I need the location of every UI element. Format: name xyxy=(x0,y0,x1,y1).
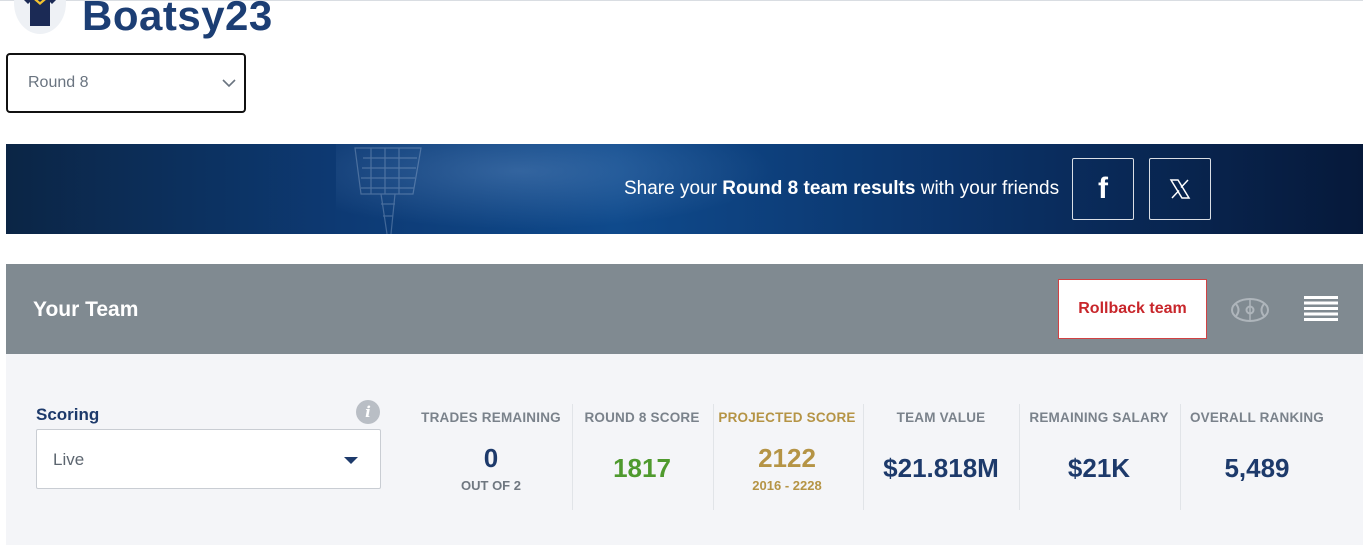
stat-projected-score: PROJECTED SCORE 2122 2016 - 2228 xyxy=(718,410,856,493)
stat-label: TRADES REMAINING xyxy=(421,410,561,425)
stat-divider xyxy=(863,404,864,510)
stat-label: TEAM VALUE xyxy=(896,410,986,425)
stat-divider xyxy=(1180,404,1181,510)
round-select-value: Round 8 xyxy=(28,74,89,91)
stat-value: $21.818M xyxy=(883,453,999,483)
share-text-bold: Round 8 team results xyxy=(722,178,916,199)
stat-label: ROUND 8 SCORE xyxy=(584,410,700,425)
rollback-team-button[interactable]: Rollback team xyxy=(1058,279,1207,339)
stat-round-score: ROUND 8 SCORE 1817 xyxy=(577,410,707,484)
share-text-suffix: with your friends xyxy=(915,178,1060,199)
x-share-button[interactable] xyxy=(1149,158,1211,220)
info-icon[interactable]: i xyxy=(356,400,380,424)
team-avatar xyxy=(14,0,66,34)
stat-divider xyxy=(713,404,714,510)
your-team-title: Your Team xyxy=(33,298,139,321)
share-banner: Share your Round 8 team results with you… xyxy=(6,144,1363,234)
share-text-prefix: Share your xyxy=(624,178,723,199)
stat-divider xyxy=(1019,404,1020,510)
scoring-select-value: Live xyxy=(53,450,85,469)
list-view-icon[interactable] xyxy=(1304,296,1338,322)
x-twitter-icon xyxy=(1169,179,1191,199)
stat-value: 1817 xyxy=(613,453,671,483)
stat-subtext: OUT OF 2 xyxy=(461,478,521,493)
share-message: Share your Round 8 team results with you… xyxy=(624,178,1059,200)
stat-overall-ranking: OVERALL RANKING 5,489 xyxy=(1185,410,1329,484)
round-select[interactable]: Round 8 xyxy=(6,53,246,113)
football-field-icon[interactable] xyxy=(1230,297,1270,323)
stat-team-value: TEAM VALUE $21.818M xyxy=(868,410,1014,484)
scoring-select[interactable]: Live xyxy=(36,429,381,489)
chevron-down-icon xyxy=(222,79,236,88)
facebook-share-button[interactable]: f xyxy=(1072,158,1134,220)
stat-label: PROJECTED SCORE xyxy=(718,410,856,425)
scoring-label: Scoring xyxy=(36,405,100,424)
stat-label: OVERALL RANKING xyxy=(1189,410,1324,425)
stat-value: 2122 xyxy=(758,443,816,473)
stat-label: REMAINING SALARY xyxy=(1029,410,1169,425)
your-team-bar: Your Team Rollback team xyxy=(6,264,1363,354)
guernsey-icon xyxy=(24,0,56,26)
caret-down-icon xyxy=(344,457,358,464)
stat-remaining-salary: REMAINING SALARY $21K xyxy=(1024,410,1174,484)
stat-value: 5,489 xyxy=(1224,453,1290,483)
light-tower-graphic xyxy=(354,147,422,234)
stat-value: $21K xyxy=(1067,453,1131,483)
stat-subtext: 2016 - 2228 xyxy=(752,478,822,493)
username-heading: Boatsy23 xyxy=(82,0,273,39)
facebook-icon: f xyxy=(1098,172,1108,205)
stat-trades-remaining: TRADES REMAINING 0 OUT OF 2 xyxy=(421,410,561,493)
stat-value: 0 xyxy=(483,443,499,473)
stat-divider xyxy=(572,404,573,510)
team-stats-panel: Scoring i Live TRADES REMAINING 0 OUT OF… xyxy=(6,354,1363,545)
